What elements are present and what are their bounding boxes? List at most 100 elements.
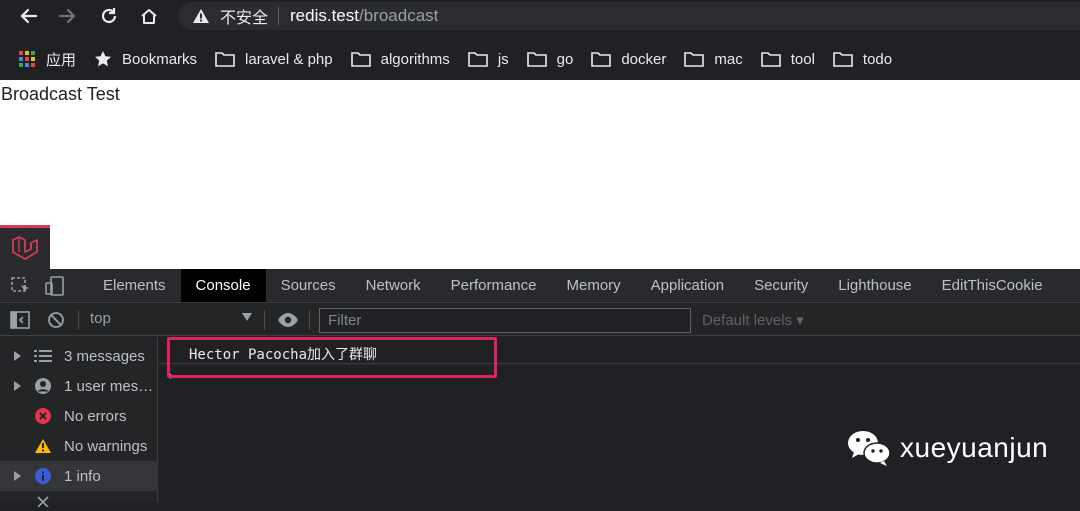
apps-shortcut[interactable]: 应用 xyxy=(18,49,76,70)
laravel-debugbar-toggle[interactable] xyxy=(0,225,50,269)
bookmarks-shortcut[interactable]: Bookmarks xyxy=(94,50,197,68)
home-icon xyxy=(141,9,157,24)
back-button[interactable] xyxy=(14,1,44,31)
bookmark-folder-label: go xyxy=(556,50,574,68)
sidebar-item-label: No errors xyxy=(64,407,127,425)
bookmark-folder-js[interactable]: js xyxy=(468,51,509,68)
page-viewport: Broadcast Test xyxy=(0,80,1080,269)
console-toolbar: top Filter Default levels ▾ xyxy=(0,304,1080,336)
bookmark-folder-label: docker xyxy=(621,50,667,68)
wechat-logo-icon xyxy=(848,431,891,466)
reload-icon xyxy=(101,8,117,24)
tab-console[interactable]: Console xyxy=(180,269,266,302)
sidebar-item-errors[interactable]: No errors xyxy=(0,401,158,431)
expand-arrow-icon[interactable] xyxy=(14,351,21,361)
bookmark-folder-algorithms[interactable]: algorithms xyxy=(350,50,450,68)
eye-icon[interactable] xyxy=(277,312,299,328)
sidebar-item-info[interactable]: 1 info xyxy=(0,461,158,491)
folder-icon xyxy=(350,52,371,67)
context-selector[interactable]: top xyxy=(90,310,111,327)
apps-grid-icon xyxy=(19,51,35,67)
folder-icon xyxy=(215,52,235,67)
url-host: redis.test xyxy=(290,6,359,25)
bookmark-folder-label: js xyxy=(497,50,509,68)
address-divider xyxy=(278,7,280,25)
bookmark-folder-go[interactable]: go xyxy=(526,50,574,68)
tab-security[interactable]: Security xyxy=(739,269,823,302)
tab-application[interactable]: Application xyxy=(636,269,739,302)
inspect-element-icon[interactable] xyxy=(10,276,32,296)
page-title: Broadcast Test xyxy=(1,84,120,104)
expand-arrow-icon[interactable] xyxy=(14,471,21,481)
tab-elements[interactable]: Elements xyxy=(88,269,181,302)
browser-toolbar: 不安全 redis.test/broadcast xyxy=(0,0,1080,34)
bookmark-folder-laravel[interactable]: laravel & php xyxy=(215,51,333,68)
highlight-box xyxy=(167,337,497,378)
bookmarks-label: Bookmarks xyxy=(122,50,198,68)
sidebar-item-verbose[interactable] xyxy=(0,491,158,507)
toolbar-divider xyxy=(264,310,265,330)
bookmark-folder-label: tool xyxy=(790,50,815,68)
star-icon xyxy=(95,51,112,67)
folder-icon xyxy=(760,52,781,67)
expand-arrow-icon[interactable] xyxy=(14,381,21,391)
clear-console-icon[interactable] xyxy=(47,311,65,329)
address-bar[interactable]: 不安全 redis.test/broadcast xyxy=(178,2,1080,30)
folder-icon xyxy=(591,52,612,67)
filter-input[interactable]: Filter xyxy=(319,308,691,333)
bookmark-folder-todo[interactable]: todo xyxy=(833,51,892,68)
url-path: /broadcast xyxy=(359,6,439,25)
folder-icon xyxy=(526,52,547,67)
bookmark-folder-label: todo xyxy=(862,50,893,68)
bookmark-folder-mac[interactable]: mac xyxy=(684,50,743,68)
bookmark-folder-label: mac xyxy=(714,50,743,68)
toolbar-divider xyxy=(309,310,310,330)
folder-icon xyxy=(833,52,853,67)
bookmark-folder-label: laravel & php xyxy=(245,50,333,68)
device-toggle-icon[interactable] xyxy=(44,275,66,296)
tab-memory[interactable]: Memory xyxy=(552,269,636,302)
warning-triangle-icon xyxy=(193,9,209,23)
user-icon xyxy=(33,376,53,396)
sidebar-item-label: 1 user mes… xyxy=(64,377,154,395)
reload-button[interactable] xyxy=(94,1,124,31)
bookmarks-bar: 应用 Bookmarks laravel & php algorithms js… xyxy=(0,40,1080,78)
console-sidebar: 3 messages 1 user mes… No errors No warn… xyxy=(0,337,158,507)
sidebar-item-label: 3 messages xyxy=(64,347,145,365)
chevron-down-icon[interactable] xyxy=(242,313,252,321)
forward-button[interactable] xyxy=(52,1,82,31)
log-levels-dropdown[interactable]: Default levels ▾ xyxy=(702,311,804,329)
folder-icon xyxy=(468,52,488,67)
insecure-label: 不安全 xyxy=(220,8,269,27)
bug-icon xyxy=(33,491,53,511)
sidebar-item-label: 1 info xyxy=(64,467,101,485)
sidebar-item-messages[interactable]: 3 messages xyxy=(0,341,158,371)
list-icon xyxy=(33,346,53,366)
info-icon xyxy=(33,466,53,486)
tab-lighthouse[interactable]: Lighthouse xyxy=(823,269,926,302)
tab-editthiscookie[interactable]: EditThisCookie xyxy=(927,269,1058,302)
watermark-text: xueyuanjun xyxy=(900,432,1049,463)
error-icon xyxy=(33,406,53,426)
toolbar-divider xyxy=(78,310,79,330)
watermark: xueyuanjun xyxy=(846,428,1048,468)
devtools-tabbar: Elements Console Sources Network Perform… xyxy=(0,269,1080,303)
tab-performance[interactable]: Performance xyxy=(436,269,552,302)
sidebar-item-label: No warnings xyxy=(64,437,148,455)
home-button[interactable] xyxy=(134,1,164,31)
warning-icon xyxy=(33,436,53,456)
bookmark-folder-docker[interactable]: docker xyxy=(591,51,666,68)
tab-sources[interactable]: Sources xyxy=(266,269,351,302)
devtools-tool-icons xyxy=(0,269,88,302)
sidebar-item-user-messages[interactable]: 1 user mes… xyxy=(0,371,158,401)
console-output: Hector Pacocha加入了群聊 › xueyuanjun xyxy=(159,337,1080,502)
tab-network[interactable]: Network xyxy=(351,269,436,302)
bookmark-folder-label: algorithms xyxy=(380,50,450,68)
sidebar-toggle-icon[interactable] xyxy=(10,311,30,329)
bookmark-folder-tool[interactable]: tool xyxy=(760,50,815,68)
arrow-right-icon xyxy=(58,8,76,24)
folder-icon xyxy=(684,52,705,67)
sidebar-item-warnings[interactable]: No warnings xyxy=(0,431,158,461)
arrow-left-icon xyxy=(20,8,38,24)
laravel-logo-icon xyxy=(12,235,38,260)
